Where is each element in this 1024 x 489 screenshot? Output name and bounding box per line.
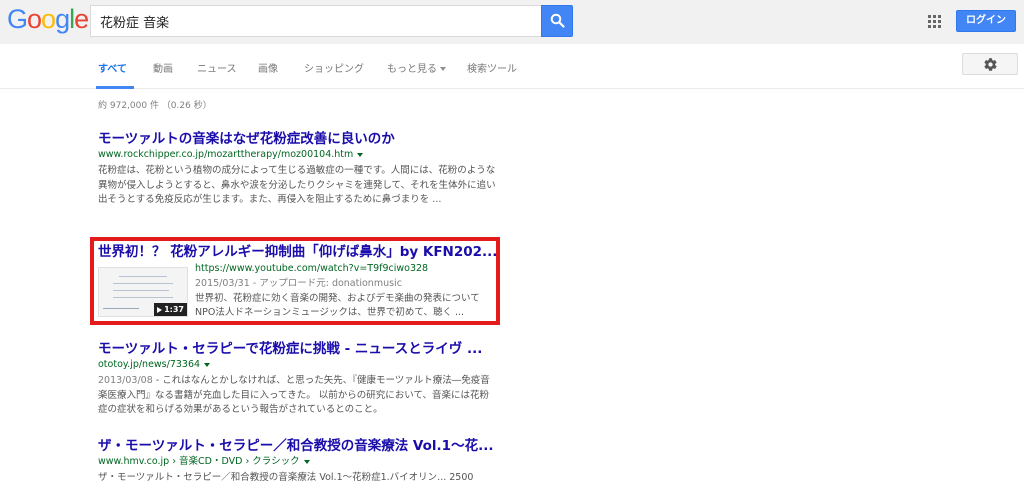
video-thumbnail[interactable]: 1:37	[98, 267, 188, 317]
video-duration-badge: 1:37	[154, 303, 187, 316]
dropdown-caret-icon	[440, 67, 446, 71]
play-icon	[157, 306, 163, 313]
search-result: モーツァルトの音楽はなぜ花粉症改善に良いのか www.rockchipper.c…	[98, 130, 498, 208]
logo-letter: g	[55, 4, 70, 34]
dropdown-caret-icon[interactable]	[204, 362, 211, 367]
tab-images[interactable]: 画像	[258, 60, 278, 75]
thumbnail-line	[113, 283, 173, 284]
search-input[interactable]	[91, 6, 541, 36]
result-date: 2013/03/08	[98, 375, 153, 386]
tab-more-label: もっと見る	[387, 64, 437, 75]
settings-button[interactable]	[962, 53, 1018, 75]
video-meta: 2015/03/31 - アップロード元: donationmusic	[195, 278, 402, 289]
search-tabs: すべて 動画 ニュース 画像 ショッピング もっと見る 検索ツール	[0, 44, 1024, 89]
dropdown-caret-icon[interactable]	[357, 152, 364, 157]
active-tab-indicator	[96, 86, 134, 89]
logo-letter: o	[27, 4, 42, 34]
tab-all[interactable]: すべて	[98, 60, 127, 75]
video-duration: 1:37	[164, 305, 184, 314]
result-title-link[interactable]: ザ・モーツァルト・セラピー／和合教授の音楽療法 Vol.1〜花...	[98, 437, 498, 455]
logo-letter: o	[41, 4, 56, 34]
search-button[interactable]	[541, 5, 573, 37]
logo-letter: G	[7, 4, 28, 34]
result-url-text: ototoy.jp/news/73364	[98, 359, 201, 370]
search-result: ザ・モーツァルト・セラピー／和合教授の音楽療法 Vol.1〜花... www.h…	[98, 437, 498, 486]
search-result: モーツァルト・セラピーで花粉症に挑戦 - ニュースとライヴ ... ototoy…	[98, 340, 498, 418]
dropdown-caret-icon[interactable]	[303, 459, 310, 464]
result-snippet: ザ・モーツァルト・セラピー／和合教授の音楽療法 Vol.1〜花粉症1.バイオリン…	[98, 472, 474, 483]
gear-icon	[984, 58, 997, 71]
login-button[interactable]: ログイン	[956, 10, 1016, 32]
result-url: www.hmv.co.jp › 音楽CD・DVD › クラシック	[98, 455, 498, 469]
thumbnail-line	[119, 276, 167, 277]
result-url[interactable]: https://www.youtube.com/watch?v=T9f9ciwo…	[195, 262, 495, 276]
result-url: ototoy.jp/news/73364	[98, 358, 498, 372]
tab-shopping[interactable]: ショッピング	[304, 60, 364, 75]
result-snippet: 世界初、花粉症に効く音楽の開発、およびデモ楽曲の発表について NPO法人ドネーシ…	[195, 292, 480, 319]
tab-news[interactable]: ニュース	[197, 60, 237, 75]
result-title-link[interactable]: モーツァルト・セラピーで花粉症に挑戦 - ニュースとライヴ ...	[98, 340, 498, 358]
search-icon	[550, 13, 565, 28]
result-url-text: www.hmv.co.jp › 音楽CD・DVD › クラシック	[98, 456, 300, 467]
tab-more[interactable]: もっと見る	[387, 60, 446, 75]
top-bar: Google ログイン	[0, 0, 1024, 44]
result-title-link[interactable]: 世界初！？ 花粉アレルギー抑制曲「仰げば鼻水」by KFN202...	[98, 243, 498, 261]
result-url: www.rockchipper.co.jp/mozarttherapy/moz0…	[98, 148, 498, 162]
result-title-link[interactable]: モーツァルトの音楽はなぜ花粉症改善に良いのか	[98, 130, 498, 148]
thumbnail-line	[113, 290, 169, 291]
apps-grid-icon[interactable]	[928, 15, 941, 28]
result-snippet-text: これはなんとかしなければ、と思った矢先、『健康モーツァルト療法―免疫音楽医療入門…	[98, 375, 490, 415]
video-details: https://www.youtube.com/watch?v=T9f9ciwo…	[195, 262, 495, 321]
tab-videos[interactable]: 動画	[153, 60, 173, 75]
thumbnail-line	[113, 297, 173, 298]
result-snippet: 花粉症は、花粉という植物の成分によって生じる過敏症の一種です。人間には、花粉のよ…	[98, 165, 496, 205]
tab-search-tools[interactable]: 検索ツール	[467, 60, 517, 75]
google-logo[interactable]: Google	[7, 4, 89, 34]
result-stats: 約 972,000 件 （0.26 秒）	[98, 101, 212, 111]
video-result: 世界初！？ 花粉アレルギー抑制曲「仰げば鼻水」by KFN202...	[98, 243, 498, 261]
search-box	[90, 5, 541, 37]
thumbnail-line	[103, 308, 139, 309]
result-url-text: www.rockchipper.co.jp/mozarttherapy/moz0…	[98, 149, 354, 160]
result-snippet: 2013/03/08 - これはなんとかしなければ、と思った矢先、『健康モーツァ…	[98, 375, 490, 415]
logo-letter: e	[74, 4, 89, 34]
